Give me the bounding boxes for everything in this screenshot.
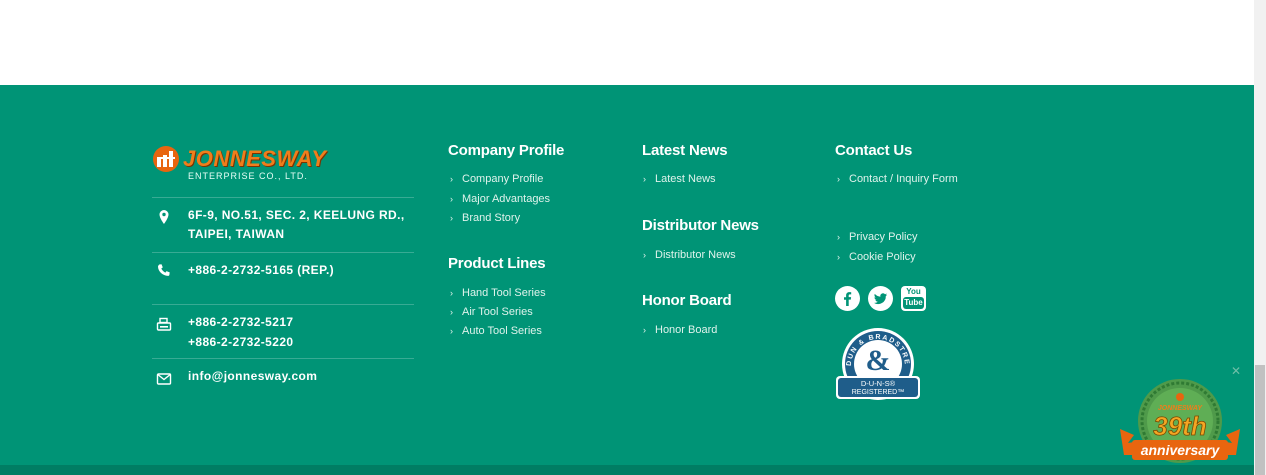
- chevron-right-icon: ›: [837, 252, 840, 262]
- logo-subtitle: ENTERPRISE CO., LTD.: [188, 171, 308, 181]
- chevron-right-icon: ›: [450, 213, 453, 223]
- footer-bottom-bar: [0, 465, 1254, 475]
- phone-number: +886-2-2732-5165 (REP.): [188, 263, 335, 277]
- product-lines-heading[interactable]: Product Lines: [448, 255, 546, 272]
- chevron-right-icon: ›: [450, 174, 453, 184]
- email-link[interactable]: info@jonnesway.com: [188, 367, 317, 386]
- link-distributor-news[interactable]: › Distributor News: [643, 249, 736, 261]
- honor-board-heading[interactable]: Honor Board: [642, 292, 732, 309]
- youtube-icon-text-bottom: Tube: [903, 297, 924, 309]
- link-brand-story[interactable]: › Brand Story: [450, 212, 520, 224]
- address-line-1: 6F-9, NO.51, SEC. 2, KEELUNG RD.,: [188, 208, 405, 222]
- page-scrollbar[interactable]: [1254, 0, 1266, 475]
- chevron-right-icon: ›: [643, 250, 646, 260]
- chevron-right-icon: ›: [643, 325, 646, 335]
- chevron-right-icon: ›: [450, 194, 453, 204]
- link-contact-inquiry-form[interactable]: › Contact / Inquiry Form: [837, 173, 958, 185]
- envelope-icon: [156, 373, 172, 385]
- chevron-right-icon: ›: [837, 232, 840, 242]
- duns-label: D-U-N-S®: [861, 379, 896, 388]
- fax-number-2: +886-2-2732-5220: [188, 335, 294, 349]
- email-row[interactable]: info@jonnesway.com: [152, 358, 414, 399]
- phone-icon: [158, 264, 170, 276]
- facebook-icon[interactable]: [835, 286, 860, 311]
- anniversary-label: anniversary: [1141, 442, 1221, 458]
- link-auto-tool-series[interactable]: › Auto Tool Series: [450, 325, 542, 337]
- latest-news-heading[interactable]: Latest News: [642, 142, 728, 159]
- link-cookie-policy[interactable]: › Cookie Policy: [837, 251, 916, 263]
- link-privacy-policy[interactable]: › Privacy Policy: [837, 231, 917, 243]
- anniversary-badge[interactable]: JONNESWAY 39th anniversary: [1118, 377, 1242, 465]
- youtube-icon-text-top: You: [906, 287, 921, 296]
- address-row: 6F-9, NO.51, SEC. 2, KEELUNG RD., TAIPEI…: [152, 197, 414, 253]
- location-pin-icon: [159, 210, 169, 224]
- link-latest-news[interactable]: › Latest News: [643, 173, 716, 185]
- twitter-icon[interactable]: [868, 286, 893, 311]
- duns-registered-badge[interactable]: DUN & BRADSTREET & D-U-N-S® REGISTERED™: [835, 326, 921, 400]
- youtube-icon[interactable]: You Tube: [901, 286, 926, 311]
- company-profile-heading[interactable]: Company Profile: [448, 142, 564, 159]
- link-honor-board[interactable]: › Honor Board: [643, 324, 717, 336]
- logo-wordmark: JONNESWAY: [183, 146, 327, 171]
- link-air-tool-series[interactable]: › Air Tool Series: [450, 306, 533, 318]
- link-major-advantages[interactable]: › Major Advantages: [450, 193, 550, 205]
- fax-row: +886-2-2732-5217 +886-2-2732-5220: [152, 304, 414, 359]
- chevron-right-icon: ›: [450, 288, 453, 298]
- chevron-right-icon: ›: [837, 174, 840, 184]
- chevron-right-icon: ›: [643, 174, 646, 184]
- chevron-right-icon: ›: [450, 307, 453, 317]
- link-company-profile[interactable]: › Company Profile: [450, 173, 543, 185]
- fax-icon: [156, 317, 172, 331]
- address-line-2: TAIPEI, TAIWAN: [188, 227, 285, 241]
- fax-number-1: +886-2-2732-5217: [188, 315, 294, 329]
- phone-row: +886-2-2732-5165 (REP.): [152, 252, 414, 305]
- anniversary-number: 39th: [1153, 411, 1206, 441]
- distributor-news-heading[interactable]: Distributor News: [642, 217, 759, 234]
- link-hand-tool-series[interactable]: › Hand Tool Series: [450, 287, 546, 299]
- contact-us-heading[interactable]: Contact Us: [835, 142, 912, 159]
- logo-mark-icon: [153, 146, 179, 172]
- close-icon[interactable]: ✕: [1231, 364, 1241, 378]
- chevron-right-icon: ›: [450, 326, 453, 336]
- duns-registered-label: REGISTERED™: [852, 389, 905, 396]
- scrollbar-thumb[interactable]: [1255, 365, 1265, 475]
- svg-text:&: &: [866, 344, 891, 377]
